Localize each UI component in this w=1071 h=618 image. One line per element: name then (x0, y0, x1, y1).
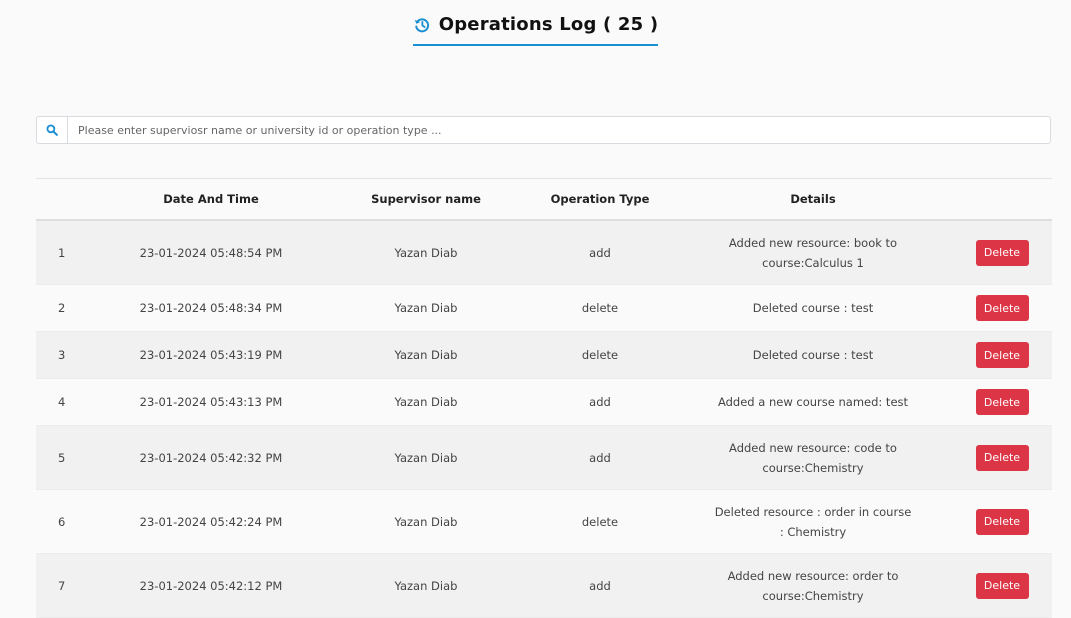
table-row: 1 23-01-2024 05:48:54 PM Yazan Diab add … (36, 220, 1052, 285)
row-datetime: 23-01-2024 05:42:12 PM (96, 553, 326, 618)
row-operation-type: add (526, 220, 674, 285)
page-title: Operations Log ( 25 ) (438, 14, 659, 35)
table-row: 2 23-01-2024 05:48:34 PM Yazan Diab dele… (36, 284, 1052, 332)
row-datetime: 23-01-2024 05:42:32 PM (96, 425, 326, 490)
row-number: 5 (36, 425, 96, 490)
table-row: 5 23-01-2024 05:42:32 PM Yazan Diab add … (36, 425, 1052, 490)
row-actions: Delete (952, 553, 1052, 618)
search-icon (46, 121, 58, 140)
row-number: 1 (36, 220, 96, 285)
row-number: 4 (36, 378, 96, 426)
column-header-details: Details (674, 178, 952, 221)
row-details-text: Deleted resource : order in course : Che… (714, 504, 912, 539)
row-actions: Delete (952, 378, 1052, 426)
table-header-row: Date And Time Supervisor name Operation … (36, 178, 1052, 221)
row-datetime: 23-01-2024 05:43:13 PM (96, 378, 326, 426)
search-input[interactable] (68, 117, 1050, 143)
delete-button[interactable]: Delete (975, 508, 1029, 535)
row-supervisor: Yazan Diab (326, 331, 526, 379)
row-actions: Delete (952, 331, 1052, 379)
row-actions: Delete (952, 220, 1052, 285)
column-header-operation-type: Operation Type (526, 178, 674, 221)
row-details: Added new resource: book to course:Calcu… (674, 220, 952, 285)
row-number: 2 (36, 284, 96, 332)
column-header-actions (952, 178, 1052, 221)
delete-button[interactable]: Delete (975, 239, 1029, 266)
row-operation-type: delete (526, 284, 674, 332)
delete-button[interactable]: Delete (975, 444, 1029, 471)
row-supervisor: Yazan Diab (326, 425, 526, 490)
row-details: Added a new course named: test (674, 378, 952, 426)
row-supervisor: Yazan Diab (326, 378, 526, 426)
table-row: 6 23-01-2024 05:42:24 PM Yazan Diab dele… (36, 489, 1052, 554)
delete-button[interactable]: Delete (975, 389, 1029, 415)
row-actions: Delete (952, 425, 1052, 490)
row-details: Deleted resource : order in course : Che… (674, 489, 952, 554)
row-number: 7 (36, 553, 96, 618)
row-datetime: 23-01-2024 05:48:34 PM (96, 284, 326, 332)
row-details: Deleted course : test (674, 284, 952, 332)
row-operation-type: add (526, 378, 674, 426)
search-bar (36, 116, 1051, 144)
row-operation-type: delete (526, 331, 674, 379)
row-details: Deleted course : test (674, 331, 952, 379)
column-header-date-time: Date And Time (96, 178, 326, 221)
row-details: Added new resource: code to course:Chemi… (674, 425, 952, 490)
row-operation-type: delete (526, 489, 674, 554)
delete-button[interactable]: Delete (975, 295, 1029, 321)
column-header-supervisor: Supervisor name (326, 178, 526, 221)
page-title-wrap: Operations Log ( 25 ) (412, 14, 659, 46)
row-supervisor: Yazan Diab (326, 220, 526, 285)
row-datetime: 23-01-2024 05:48:54 PM (96, 220, 326, 285)
column-header-number (36, 178, 96, 221)
row-supervisor: Yazan Diab (326, 489, 526, 554)
row-operation-type: add (526, 553, 674, 618)
row-number: 6 (36, 489, 96, 554)
history-icon (413, 16, 431, 34)
row-supervisor: Yazan Diab (326, 284, 526, 332)
table-row: 4 23-01-2024 05:43:13 PM Yazan Diab add … (36, 378, 1052, 426)
table-row: 3 23-01-2024 05:43:19 PM Yazan Diab dele… (36, 331, 1052, 379)
row-details-text: Deleted course : test (752, 301, 874, 315)
row-details-text: Added new resource: book to course:Calcu… (728, 235, 898, 270)
table-row: 7 23-01-2024 05:42:12 PM Yazan Diab add … (36, 553, 1052, 618)
delete-button[interactable]: Delete (975, 572, 1029, 599)
search-button[interactable] (37, 117, 68, 143)
operations-table: Date And Time Supervisor name Operation … (36, 178, 1052, 618)
row-datetime: 23-01-2024 05:43:19 PM (96, 331, 326, 379)
row-actions: Delete (952, 489, 1052, 554)
row-actions: Delete (952, 284, 1052, 332)
page-header: Operations Log ( 25 ) (0, 14, 1071, 46)
row-operation-type: add (526, 425, 674, 490)
row-details-text: Added new resource: order to course:Chem… (727, 568, 899, 603)
row-details-text: Added new resource: code to course:Chemi… (729, 440, 897, 475)
delete-button[interactable]: Delete (975, 342, 1029, 368)
row-details: Added new resource: order to course:Chem… (674, 553, 952, 618)
row-supervisor: Yazan Diab (326, 553, 526, 618)
row-datetime: 23-01-2024 05:42:24 PM (96, 489, 326, 554)
row-details-text: Added a new course named: test (717, 395, 909, 409)
row-number: 3 (36, 331, 96, 379)
row-details-text: Deleted course : test (752, 348, 874, 362)
